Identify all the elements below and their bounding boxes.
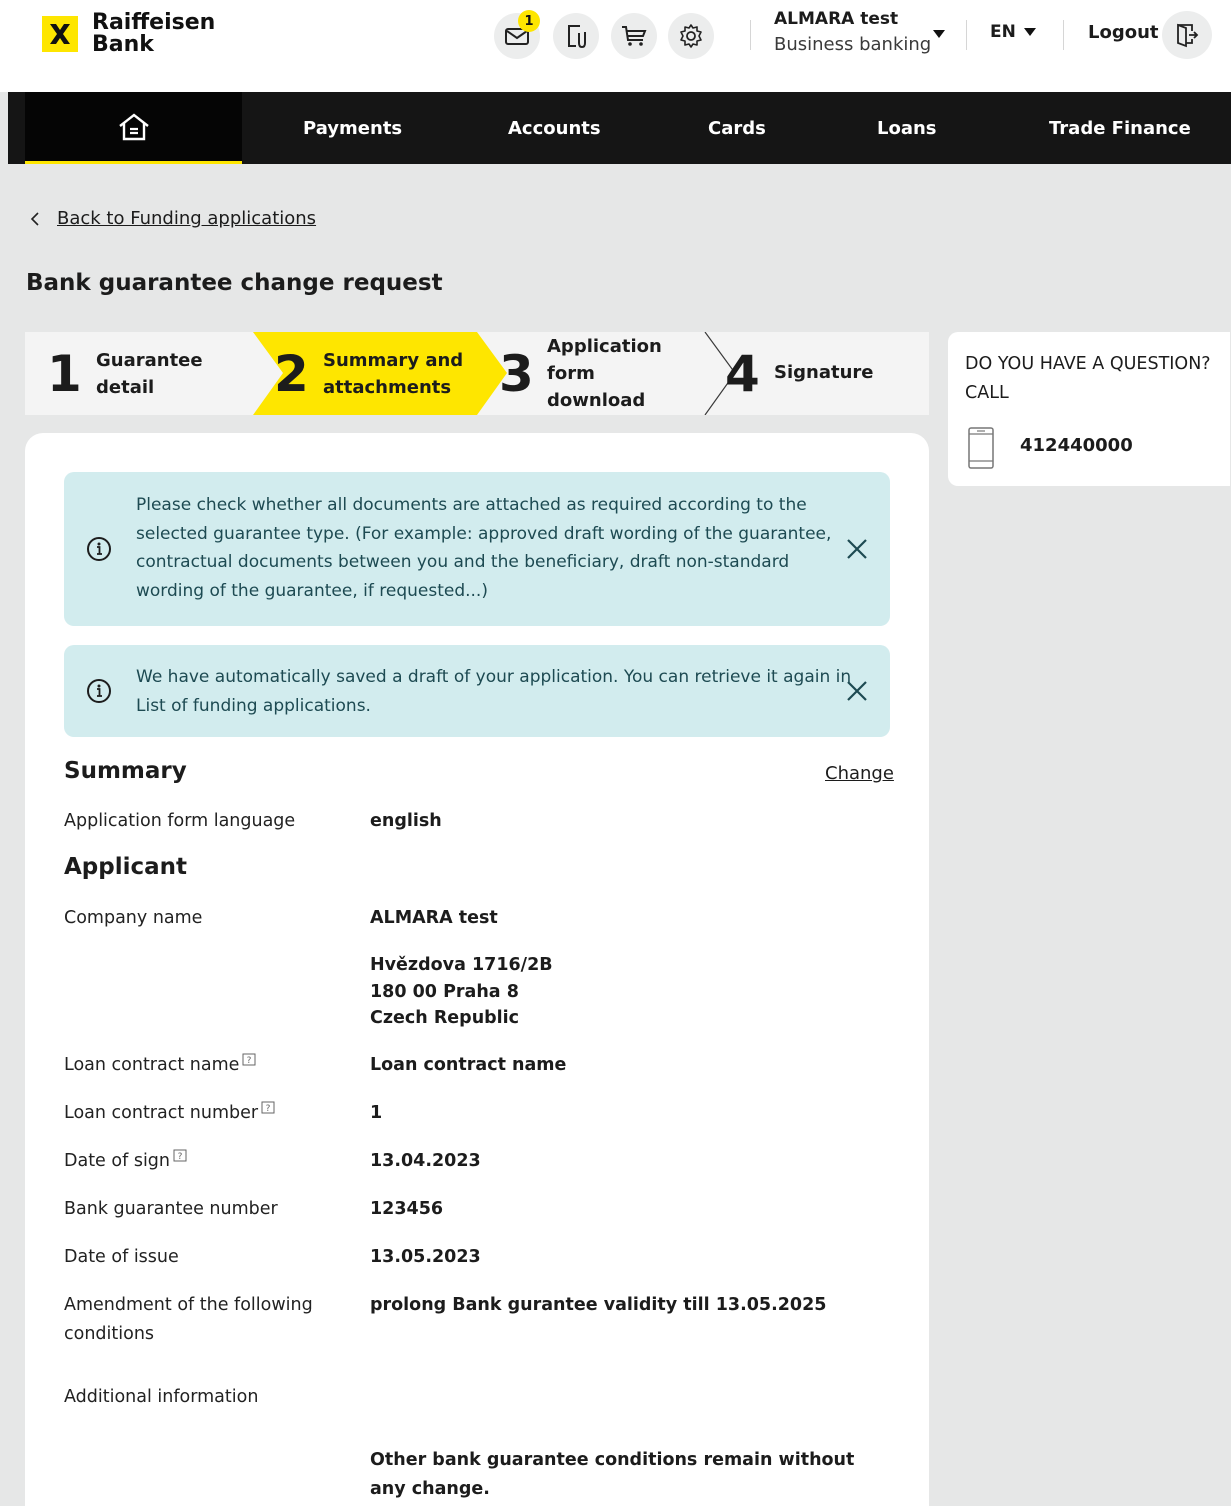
step-4-number: 4 (725, 345, 760, 403)
info-icon (87, 537, 111, 561)
help-icon[interactable]: ? (261, 1101, 275, 1115)
main-navigation: Payments Accounts Cards Loans Trade Fina… (8, 92, 1231, 164)
loan-contract-number-value: 1 (370, 1103, 383, 1123)
step-3-number: 3 (499, 345, 534, 403)
documents-info-alert: Please check whether all documents are a… (64, 472, 890, 626)
date-of-issue-label: Date of issue (64, 1247, 179, 1267)
chevron-down-icon (1023, 28, 1036, 36)
user-name: ALMARA test (774, 9, 899, 29)
svg-text:?: ? (266, 1104, 271, 1114)
date-of-sign-label-row: Date of sign? (64, 1147, 187, 1176)
company-address-line3: Czech Republic (370, 1008, 520, 1028)
info-icon (87, 679, 111, 703)
step-2-label[interactable]: Summary and attachments (323, 347, 473, 401)
attachment-doc-icon (568, 25, 586, 49)
cart-icon (622, 26, 647, 46)
chevron-left-icon[interactable] (30, 211, 39, 226)
nav-cards[interactable]: Cards (708, 92, 766, 164)
step-3-label[interactable]: Application form download (547, 333, 677, 414)
step-1-number: 1 (47, 345, 82, 403)
company-name-label: Company name (64, 908, 203, 928)
loan-contract-name-label: Loan contract name (64, 1055, 240, 1075)
help-icon[interactable]: ? (242, 1053, 256, 1067)
nav-home[interactable] (25, 92, 242, 164)
gear-icon (680, 24, 702, 48)
breadcrumb: Back to Funding applications (30, 208, 316, 229)
loan-contract-number-label: Loan contract number (64, 1103, 259, 1123)
contact-phone-number[interactable]: 412440000 (1020, 435, 1133, 456)
date-of-issue-value: 13.05.2023 (370, 1247, 481, 1267)
additional-info-label: Additional information (64, 1387, 259, 1407)
logout-icon (1177, 23, 1199, 48)
settings-button[interactable] (668, 13, 714, 59)
step-4-label[interactable]: Signature (774, 359, 904, 386)
applicant-heading: Applicant (64, 854, 188, 880)
page-title: Bank guarantee change request (26, 270, 443, 296)
additional-info-value: Other bank guarantee conditions remain w… (370, 1450, 855, 1499)
home-icon (118, 112, 149, 140)
step-2-number: 2 (274, 345, 309, 403)
user-switcher[interactable]: ALMARA test Business banking (774, 8, 931, 60)
amendment-label: Amendment of the following conditions (64, 1295, 313, 1344)
logout-button[interactable]: Logout (1088, 22, 1159, 43)
draft-saved-text: We have automatically saved a draft of y… (136, 667, 852, 716)
form-language-value: english (370, 811, 442, 831)
logout-icon-button[interactable] (1162, 11, 1212, 59)
language-label: EN (990, 22, 1016, 42)
language-selector[interactable]: EN (990, 22, 1036, 42)
svg-text:?: ? (178, 1152, 183, 1162)
header-divider (750, 20, 751, 50)
logo-text-line1: Raiffeisen (92, 10, 216, 35)
loan-contract-name-value: Loan contract name (370, 1055, 567, 1075)
messages-button[interactable]: 1 (494, 10, 540, 59)
mobile-phone-icon (968, 427, 994, 469)
close-icon[interactable] (844, 536, 870, 562)
change-summary-link[interactable]: Change (825, 763, 894, 784)
svg-text:?: ? (247, 1056, 252, 1066)
back-to-funding-link[interactable]: Back to Funding applications (57, 208, 316, 229)
logo-mark-icon (42, 16, 78, 52)
date-of-sign-value: 13.04.2023 (370, 1151, 481, 1171)
header-divider (1063, 20, 1064, 50)
documents-button[interactable] (553, 13, 599, 59)
step-1-label[interactable]: Guarantee detail (96, 347, 226, 401)
nav-payments[interactable]: Payments (303, 92, 402, 164)
form-language-label: Application form language (64, 811, 296, 831)
logo-text-line2: Bank (92, 32, 154, 57)
date-of-sign-label: Date of sign (64, 1151, 170, 1171)
header-divider (966, 20, 967, 50)
help-icon[interactable]: ? (173, 1149, 187, 1163)
summary-heading: Summary (64, 758, 187, 784)
documents-info-text: Please check whether all documents are a… (136, 495, 832, 601)
close-icon[interactable] (844, 678, 870, 704)
user-segment: Business banking (774, 34, 932, 55)
guarantee-number-label: Bank guarantee number (64, 1199, 278, 1219)
draft-saved-alert: We have automatically saved a draft of y… (64, 645, 890, 737)
nav-trade-finance[interactable]: Trade Finance (1049, 92, 1191, 164)
top-header: Raiffeisen Bank 1 ALMARA test Business b… (0, 0, 1231, 92)
chevron-down-icon[interactable] (933, 30, 945, 38)
contact-question: DO YOU HAVE A QUESTION? CALL (965, 354, 1211, 403)
stepper: 1 Guarantee detail 2 Summary and attachm… (25, 332, 929, 415)
messages-badge: 1 (518, 10, 540, 32)
company-address-line2: 180 00 Praha 8 (370, 982, 519, 1002)
company-address-line1: Hvězdova 1716/2B (370, 955, 553, 975)
nav-loans[interactable]: Loans (877, 92, 937, 164)
cart-button[interactable] (611, 13, 657, 59)
guarantee-number-value: 123456 (370, 1199, 444, 1219)
contact-panel: DO YOU HAVE A QUESTION? CALL 412440000 (948, 332, 1230, 486)
raiffeisen-logo[interactable]: Raiffeisen Bank (42, 12, 215, 56)
loan-contract-name-label-row: Loan contract name? (64, 1051, 256, 1080)
nav-accounts[interactable]: Accounts (508, 92, 601, 164)
loan-contract-number-label-row: Loan contract number? (64, 1099, 275, 1128)
company-name-value: ALMARA test (370, 908, 498, 928)
amendment-value: prolong Bank gurantee validity till 13.0… (370, 1295, 827, 1315)
